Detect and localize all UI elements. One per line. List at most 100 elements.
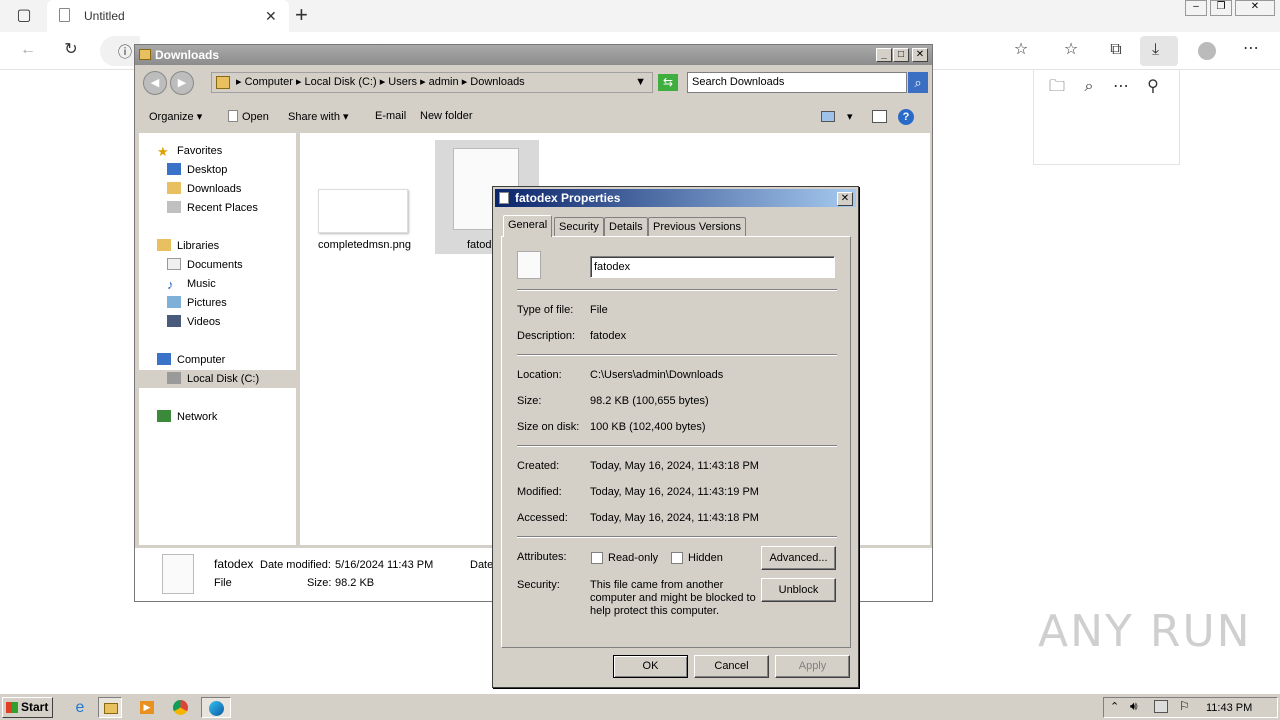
- avatar[interactable]: [1198, 42, 1216, 60]
- videos-icon: [167, 315, 181, 327]
- downloads-panel: 🗀 ⌕ ⋯ ⚲: [1033, 70, 1180, 165]
- more-icon[interactable]: ⋯: [1240, 39, 1262, 59]
- nav-videos[interactable]: Videos: [167, 314, 220, 330]
- flag-icon[interactable]: ⚐: [1179, 699, 1190, 713]
- organize-button[interactable]: Organize ▾: [149, 110, 202, 123]
- nav-pictures[interactable]: Pictures: [167, 295, 227, 311]
- breadcrumb-item-downloads[interactable]: Downloads: [470, 76, 524, 88]
- show-hidden-icons[interactable]: ⌃: [1110, 700, 1119, 713]
- back-icon[interactable]: ←: [17, 40, 39, 60]
- nav-computer[interactable]: Computer: [157, 352, 225, 368]
- chevron-down-icon[interactable]: ▾: [847, 110, 853, 123]
- details-modified-value: 5/16/2024 11:43 PM: [335, 559, 434, 571]
- nav-local-disk[interactable]: Local Disk (C:): [167, 371, 259, 387]
- tab-details[interactable]: Details: [604, 217, 648, 237]
- hidden-checkbox[interactable]: [671, 552, 683, 564]
- new-folder-button[interactable]: New folder: [420, 110, 473, 122]
- attributes-label: Attributes:: [517, 551, 567, 563]
- open-folder-icon[interactable]: 🗀: [1046, 77, 1068, 97]
- search-icon[interactable]: ⌕: [908, 72, 928, 93]
- maximize-button[interactable]: □: [893, 48, 909, 62]
- email-button[interactable]: E-mail: [375, 110, 406, 122]
- chevron-down-icon: ▾: [196, 111, 203, 123]
- start-button[interactable]: Start: [2, 697, 53, 718]
- view-icon[interactable]: [821, 111, 835, 122]
- nav-libraries[interactable]: Libraries: [157, 238, 219, 254]
- refresh-icon[interactable]: ⇆: [658, 74, 678, 91]
- collections-icon[interactable]: ⧉: [1105, 40, 1127, 60]
- refresh-icon[interactable]: ↻: [60, 40, 82, 60]
- breadcrumb-item-users[interactable]: Users: [388, 76, 417, 88]
- nav-network[interactable]: Network: [157, 409, 217, 425]
- minimize-icon[interactable]: –: [1185, 0, 1207, 16]
- tab-previous-versions[interactable]: Previous Versions: [648, 217, 747, 237]
- cancel-button[interactable]: Cancel: [694, 655, 769, 678]
- nav-desktop[interactable]: Desktop: [167, 162, 227, 178]
- clock[interactable]: 11:43 PM: [1206, 702, 1252, 714]
- back-button[interactable]: ◀: [143, 71, 167, 95]
- readonly-label: Read-only: [608, 552, 659, 564]
- preview-pane-icon[interactable]: [872, 110, 887, 123]
- music-icon: ♪: [167, 277, 174, 292]
- breadcrumb-item-admin[interactable]: admin: [429, 76, 459, 88]
- breadcrumb-item-local-disk[interactable]: Local Disk (C:): [305, 76, 377, 88]
- share-with-button[interactable]: Share with ▾: [288, 110, 349, 123]
- nav-documents[interactable]: Documents: [167, 257, 243, 273]
- network-tray-icon[interactable]: [1154, 700, 1168, 713]
- downloads-button[interactable]: ⤓: [1140, 36, 1178, 66]
- open-button[interactable]: Open: [228, 110, 269, 123]
- close-button[interactable]: ✕: [912, 48, 928, 62]
- advanced-button[interactable]: Advanced...: [761, 546, 836, 570]
- minimize-button[interactable]: _: [876, 48, 892, 62]
- browser-tab[interactable]: Untitled ✕: [47, 0, 289, 32]
- add-favorite-icon[interactable]: ☆: [1010, 40, 1032, 60]
- readonly-checkbox[interactable]: [591, 552, 603, 564]
- nav-music[interactable]: ♪ Music: [167, 276, 216, 292]
- chevron-down-icon: ▾: [343, 111, 349, 123]
- details-modified-label: Date modified:: [260, 559, 331, 571]
- new-tab-button[interactable]: +: [295, 2, 308, 28]
- nav-label: Downloads: [187, 183, 242, 195]
- file-name: completedmsn.png: [318, 239, 411, 251]
- created-label: Created:: [517, 460, 560, 472]
- close-button[interactable]: ✕: [837, 192, 853, 206]
- help-icon[interactable]: ?: [898, 109, 914, 125]
- forward-button[interactable]: ▶: [170, 71, 194, 95]
- search-icon[interactable]: ⌕: [1078, 77, 1100, 97]
- file-item-completedmsn[interactable]: completedmsn.png: [314, 183, 418, 253]
- tab-security[interactable]: Security: [554, 217, 604, 237]
- nav-favorites[interactable]: ★ Favorites: [157, 143, 222, 159]
- search-input[interactable]: Search Downloads: [687, 72, 907, 93]
- nav-recent-places[interactable]: Recent Places: [167, 200, 258, 216]
- ok-button[interactable]: OK: [613, 655, 688, 678]
- security-text-2: computer and might be blocked to: [590, 592, 756, 604]
- explorer-taskbar-icon[interactable]: [98, 697, 122, 718]
- speaker-icon[interactable]: 🔊︎: [1130, 699, 1138, 714]
- filename-field[interactable]: fatodex: [590, 256, 835, 278]
- breadcrumb-sep: ▸: [236, 76, 245, 88]
- system-tray: ⌃ 🔊︎ ⚐ 11:43 PM: [1103, 697, 1278, 718]
- chevron-down-icon[interactable]: ▼: [635, 73, 646, 92]
- tab-actions-icon[interactable]: ▢: [13, 6, 35, 26]
- details-extra: Date: [470, 559, 494, 571]
- unblock-button[interactable]: Unblock: [761, 578, 836, 602]
- restore-icon[interactable]: ❐: [1210, 0, 1232, 16]
- apply-button[interactable]: Apply: [775, 655, 850, 678]
- nav-downloads[interactable]: Downloads: [167, 181, 241, 197]
- tab-general[interactable]: General: [503, 215, 553, 237]
- media-player-icon[interactable]: ▶: [135, 697, 159, 718]
- more-options-icon[interactable]: ⋯: [1110, 77, 1132, 97]
- ie-icon[interactable]: e: [68, 697, 92, 718]
- breadcrumb[interactable]: ▸ Computer ▸ Local Disk (C:) ▸ Users ▸ a…: [211, 72, 653, 93]
- network-icon: [157, 410, 171, 422]
- favorites-icon[interactable]: ☆: [1060, 40, 1082, 60]
- chrome-icon[interactable]: [169, 697, 193, 718]
- modified-value: Today, May 16, 2024, 11:43:19 PM: [590, 486, 759, 498]
- edge-taskbar-icon[interactable]: [201, 697, 231, 718]
- info-icon[interactable]: ⓘ: [118, 42, 132, 62]
- created-value: Today, May 16, 2024, 11:43:18 PM: [590, 460, 759, 472]
- breadcrumb-item-computer[interactable]: Computer: [245, 76, 293, 88]
- close-tab-icon[interactable]: ✕: [265, 8, 277, 25]
- pin-icon[interactable]: ⚲: [1142, 77, 1164, 97]
- close-window-icon[interactable]: ✕: [1235, 0, 1275, 16]
